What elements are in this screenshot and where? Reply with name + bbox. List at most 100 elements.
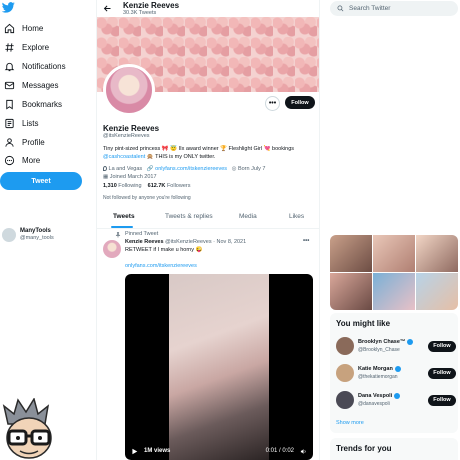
nav-messages[interactable]: Messages [4, 77, 58, 93]
balloon-icon: ◎ [231, 166, 237, 172]
suggestion-handle: @Brooklyn_Chase [358, 347, 400, 353]
calendar-icon: ▦ [103, 174, 109, 180]
verified-badge-icon [407, 338, 414, 345]
suggestion-name: Katie Morgan [358, 366, 393, 372]
location-icon [103, 166, 107, 172]
verified-badge-icon [394, 365, 401, 372]
followers-link[interactable]: 612.7K Followers [148, 183, 191, 189]
tweet-header: Kenzie Reeves @itsKenzieReeves · Nov 8, … [125, 239, 246, 245]
nav-bookmarks[interactable]: Bookmarks [4, 96, 62, 112]
profile-name: Kenzie Reeves [103, 124, 160, 133]
media-thumbnail[interactable] [416, 235, 458, 272]
nav-home[interactable]: Home [4, 20, 43, 36]
link-icon: 🔗 [146, 166, 154, 172]
tweet-author-handle: @itsKenzieReeves [165, 239, 212, 245]
trends-title: Trends for you [336, 444, 392, 453]
nav-label: More [22, 155, 41, 165]
following-link[interactable]: 1,310 Following [103, 183, 143, 189]
nav-notifications[interactable]: Notifications [4, 58, 66, 74]
show-more-link[interactable]: Show more [336, 420, 364, 426]
avatar[interactable] [336, 337, 354, 355]
video-player[interactable]: 1M views 0:01 / 0:02 [125, 274, 313, 460]
tabs-divider [97, 228, 319, 229]
nerd-mascot-logo [0, 398, 58, 460]
nav-lists[interactable]: Lists [4, 115, 38, 131]
profile-bio: Tiny pint-sized princess 🎀 😇 IIx award w… [103, 145, 317, 161]
account-switcher[interactable]: ManyTools @many_tools [2, 226, 92, 244]
media-thumbnail[interactable] [373, 235, 415, 272]
bio-line: 🙊 THIS is my ONLY twitter. [146, 154, 216, 160]
following-label: Following [118, 183, 142, 189]
suggestion-follow-button[interactable]: Follow [428, 367, 456, 379]
profile-location: La and Vegas [108, 166, 143, 172]
profile-column: Kenzie Reeves 30.3K Tweets ••• Follow Ke… [96, 0, 320, 460]
search-placeholder: Search Twitter [349, 5, 391, 12]
volume-icon[interactable] [300, 448, 307, 455]
person-icon [4, 137, 15, 148]
profile-birthday: Born July 7 [237, 166, 266, 172]
profile-more-button[interactable]: ••• [265, 96, 280, 111]
trends-panel: Trends for you [330, 438, 458, 460]
media-thumbnail[interactable] [330, 273, 372, 310]
more-circle-icon [4, 155, 15, 166]
media-thumbnail[interactable] [373, 273, 415, 310]
tweet-text: RETWEET if I make u horny 😜 [125, 247, 203, 253]
tweet-avatar[interactable] [103, 240, 121, 258]
nav-label: Notifications [22, 61, 66, 71]
pinned-label: Pinned Tweet [125, 231, 159, 237]
nav-label: Profile [22, 137, 45, 147]
tab-likes[interactable]: Likes [289, 213, 304, 220]
media-thumbnail[interactable] [330, 235, 372, 272]
profile-avatar[interactable] [103, 64, 155, 116]
search-input[interactable]: Search Twitter [330, 1, 458, 16]
account-name: ManyTools [20, 228, 51, 234]
you-might-like-title: You might like [336, 319, 391, 328]
profile-media-grid[interactable] [330, 235, 458, 310]
list-icon [4, 118, 15, 129]
twitter-bird-icon[interactable] [2, 2, 15, 13]
nav-label: Bookmarks [22, 99, 63, 109]
tab-tweets-replies[interactable]: Tweets & replies [165, 213, 213, 220]
nav-more[interactable]: More [4, 152, 40, 168]
tweet-date[interactable]: · Nov 8, 2021 [213, 239, 246, 245]
search-icon [337, 5, 344, 12]
nav-profile[interactable]: Profile [4, 134, 45, 150]
profile-handle: @itsKenzieReeves [103, 133, 150, 139]
followers-label: Followers [166, 183, 191, 189]
nav-explore[interactable]: Explore [4, 39, 49, 55]
follow-button[interactable]: Follow [285, 96, 315, 109]
header-name: Kenzie Reeves [123, 1, 180, 10]
video-views: 1M views [144, 448, 171, 454]
profile-joined: Joined March 2017 [109, 174, 157, 180]
tweet-link[interactable]: onlyfans.com/itskenziereeves [125, 263, 197, 269]
bookmark-icon [4, 99, 15, 110]
suggestion-name: Brooklyn Chase™ [358, 339, 406, 345]
tab-media[interactable]: Media [239, 213, 257, 220]
suggestion-follow-button[interactable]: Follow [428, 340, 456, 352]
suggestion-follow-button[interactable]: Follow [428, 394, 456, 406]
tab-tweets[interactable]: Tweets [113, 213, 135, 220]
suggestion-name: Dana Vespoli [358, 393, 393, 399]
bell-icon [4, 61, 15, 72]
media-thumbnail[interactable] [416, 273, 458, 310]
follow-counts: 1,310 Following 612.7K Followers [103, 183, 190, 189]
suggestion-handle: @danavespoli [358, 401, 390, 407]
pin-icon [115, 232, 121, 238]
back-arrow-icon[interactable] [103, 4, 112, 13]
tweet-author-name[interactable]: Kenzie Reeves [125, 239, 164, 245]
tweet-button[interactable]: Tweet [0, 172, 82, 190]
following-count: 1,310 [103, 183, 117, 189]
avatar[interactable] [336, 391, 354, 409]
profile-website-link[interactable]: onlyfans.com/itskenziereeves [155, 166, 227, 172]
hashtag-icon [4, 42, 15, 53]
suggestion-row[interactable]: Katie Morgan @thekatiemorgan Follow [336, 362, 456, 384]
suggestion-handle: @thekatiemorgan [358, 374, 398, 380]
profile-meta: La and Vegas 🔗 onlyfans.com/itskenzieree… [103, 165, 317, 181]
play-icon[interactable] [131, 448, 138, 455]
suggestion-row[interactable]: Brooklyn Chase™ @Brooklyn_Chase Follow [336, 335, 456, 357]
avatar [2, 228, 16, 242]
bio-mention-link[interactable]: @cashcoastalent [103, 154, 145, 160]
tweet-more-button[interactable]: ••• [303, 238, 309, 244]
suggestion-row[interactable]: Dana Vespoli @danavespoli Follow [336, 389, 456, 411]
avatar[interactable] [336, 364, 354, 382]
